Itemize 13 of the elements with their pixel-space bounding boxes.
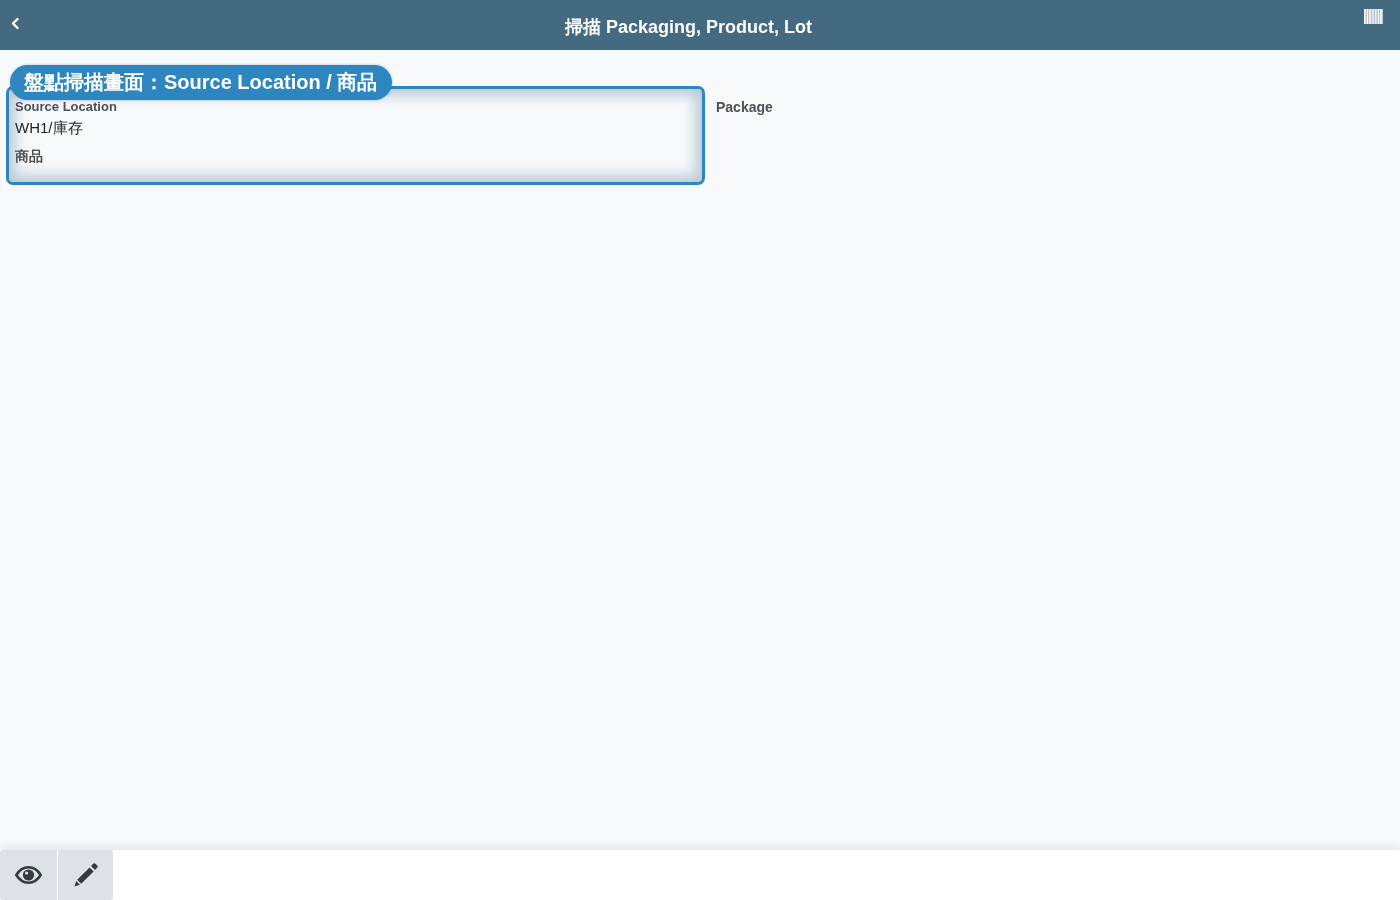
field-label: Package [716,99,773,115]
edit-button[interactable] [58,850,113,900]
pencil-icon [73,863,98,887]
annotation-callout: 盤點掃描畫面：Source Location / 商品 [10,65,393,100]
field-value: WH1/庫存 [15,118,83,138]
back-icon [11,18,19,29]
field-label: Source Location [15,99,117,115]
eye-icon [15,866,42,884]
field-label: 商品 [15,147,43,165]
view-button[interactable] [0,850,57,900]
page-title: 掃描 Packaging, Product, Lot [565,16,812,38]
barcode-icon [1364,9,1383,24]
barcode-button[interactable] [1363,8,1384,25]
